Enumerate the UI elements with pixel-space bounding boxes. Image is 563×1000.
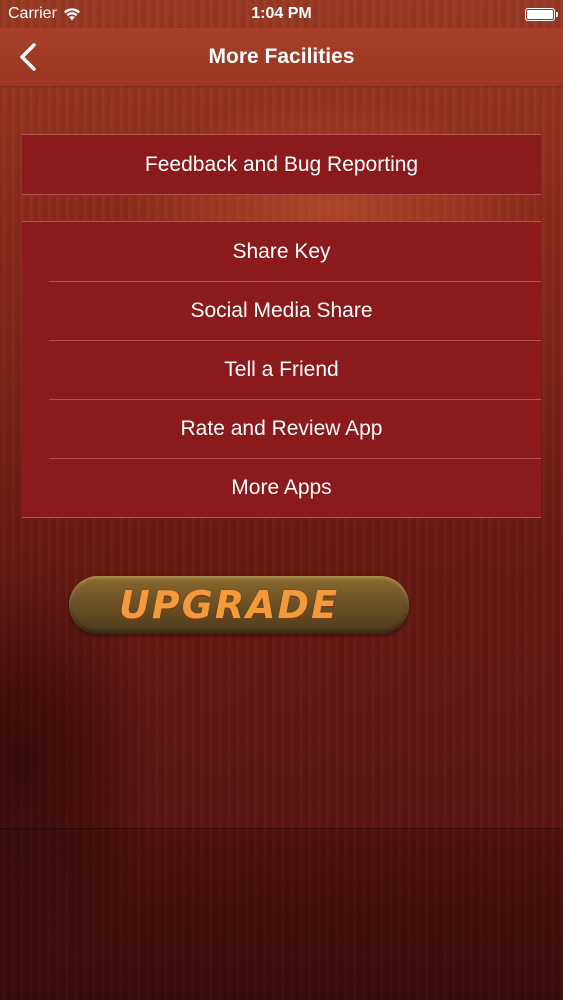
status-bar: Carrier 1:04 PM [0,0,563,28]
menu-group-feedback: Feedback and Bug Reporting [22,134,541,195]
upgrade-button[interactable]: UPGRADE [69,576,409,634]
upgrade-label: UPGRADE [118,583,340,627]
menu-item-feedback[interactable]: Feedback and Bug Reporting [22,135,541,194]
status-time: 1:04 PM [251,5,312,22]
page-title: More Facilities [208,45,355,68]
battery-icon [525,8,558,21]
background-floor [0,828,563,1000]
menu-item-social-media-share[interactable]: Social Media Share [22,281,541,340]
menu-item-tell-a-friend[interactable]: Tell a Friend [22,340,541,399]
menu-item-more-apps[interactable]: More Apps [22,458,541,517]
menu-item-share-key[interactable]: Share Key [22,222,541,281]
menu-group-share: Share Key Social Media Share Tell a Frie… [22,221,541,518]
navigation-bar: More Facilities [0,28,563,86]
menu-item-rate-and-review[interactable]: Rate and Review App [22,399,541,458]
